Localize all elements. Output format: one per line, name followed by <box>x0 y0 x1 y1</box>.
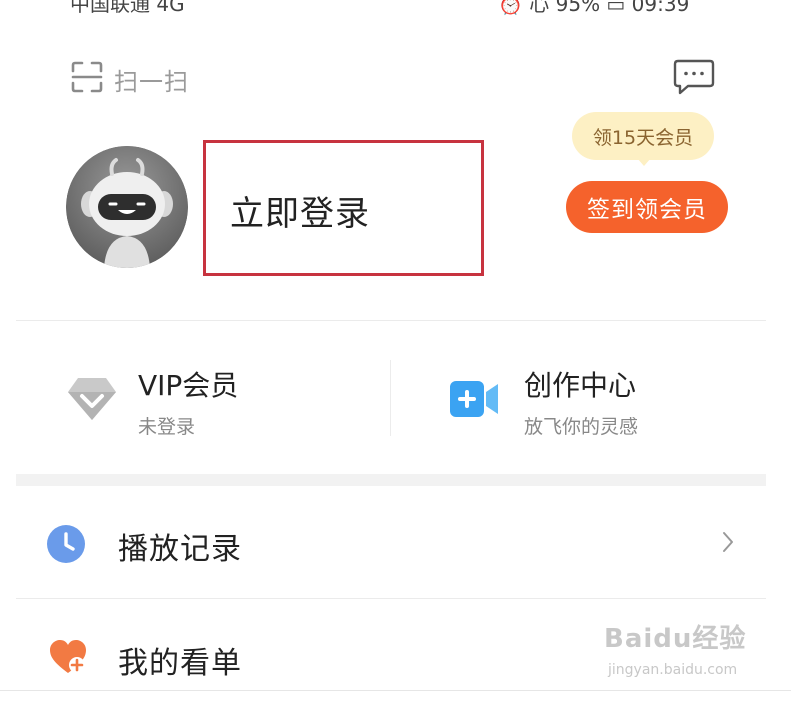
scan-label: 扫一扫 <box>114 67 189 96</box>
watermark-url: jingyan.baidu.com <box>608 662 738 678</box>
clock-icon <box>46 524 86 568</box>
divider <box>16 320 766 321</box>
creation-subtitle: 放飞你的灵感 <box>524 416 639 438</box>
bubble-tail <box>637 158 651 166</box>
video-camera-icon <box>448 378 500 424</box>
baidu-watermark: Baidu经验 jingyan.baidu.com <box>604 618 754 684</box>
avatar[interactable] <box>66 146 188 268</box>
diamond-icon <box>66 374 118 426</box>
status-right-indicators: ⏰ 心 95% ▭ 09:39 <box>498 0 690 16</box>
vip-title: VIP会员 <box>138 369 239 402</box>
vip-subtitle: 未登录 <box>138 416 196 438</box>
vip-card[interactable]: VIP会员 未登录 <box>60 360 360 440</box>
vertical-divider <box>390 360 391 436</box>
scan-button[interactable]: 扫一扫 <box>70 60 189 98</box>
my-watchlist-label: 我的看单 <box>118 646 242 681</box>
play-history-label: 播放记录 <box>118 532 242 567</box>
scan-icon <box>70 60 104 98</box>
message-icon[interactable] <box>672 58 716 96</box>
heart-plus-icon <box>48 638 88 680</box>
vip-offer-bubble: 领15天会员 <box>572 112 714 160</box>
creation-center-card[interactable]: 创作中心 放飞你的灵感 <box>444 360 744 440</box>
status-carrier: 中国联通 4G <box>70 0 185 16</box>
creation-title: 创作中心 <box>524 369 637 402</box>
divider <box>16 598 766 599</box>
list-item-play-history[interactable]: 播放记录 <box>16 496 766 592</box>
login-button[interactable]: 立即登录 <box>230 186 370 235</box>
watermark-logo: Baidu经验 <box>604 624 747 654</box>
chevron-right-icon <box>720 530 736 558</box>
checkin-button[interactable]: 签到领会员 <box>566 181 728 233</box>
section-separator <box>16 474 766 486</box>
bottom-border <box>0 690 791 691</box>
